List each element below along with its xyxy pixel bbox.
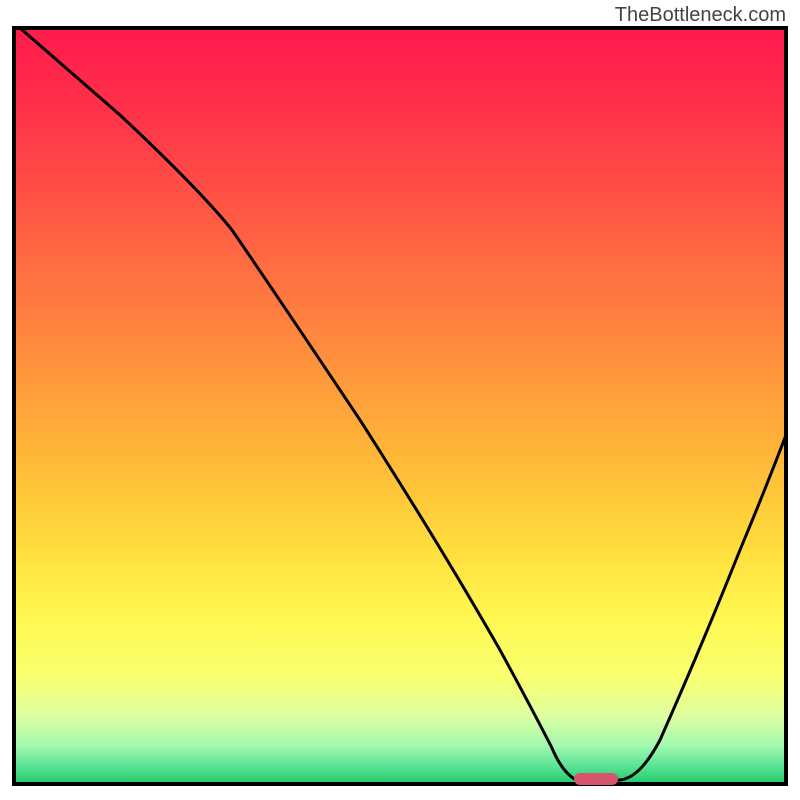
optimal-marker — [574, 773, 618, 785]
plot-area — [14, 28, 786, 785]
watermark: TheBottleneck.com — [615, 4, 786, 27]
chart-container: TheBottleneck.com — [0, 0, 800, 800]
chart-svg — [0, 0, 800, 800]
gradient-background — [14, 28, 786, 784]
